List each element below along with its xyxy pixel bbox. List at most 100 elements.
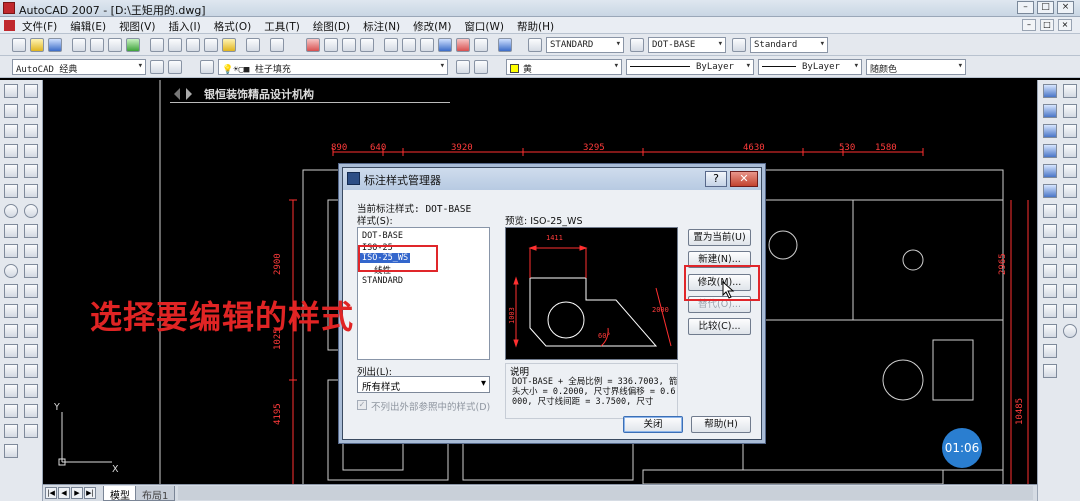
scale-icon[interactable] xyxy=(24,224,38,238)
doc-close-button[interactable]: × xyxy=(1058,19,1072,31)
region-icon[interactable] xyxy=(4,404,18,418)
make-block-icon[interactable] xyxy=(4,324,18,338)
autocad-app-icon[interactable] xyxy=(3,2,15,14)
menu-modify[interactable]: 修改(M) xyxy=(413,19,451,34)
dialog-help-icon[interactable]: ? xyxy=(705,171,727,187)
view-left-icon[interactable] xyxy=(1063,144,1077,158)
match-properties-icon[interactable] xyxy=(204,38,218,52)
workspace-settings-icon[interactable] xyxy=(150,60,164,74)
hatch-icon[interactable] xyxy=(4,364,18,378)
visual-style-icon[interactable] xyxy=(1063,324,1077,338)
polyline-icon[interactable] xyxy=(4,124,18,138)
loft-icon[interactable] xyxy=(1043,284,1057,298)
linetype-dropdown[interactable]: ByLayer xyxy=(626,59,754,75)
offset-icon[interactable] xyxy=(24,144,38,158)
open-file-icon[interactable] xyxy=(30,38,44,52)
union-icon[interactable] xyxy=(1043,304,1057,318)
gradient-icon[interactable] xyxy=(4,384,18,398)
prev-tab-icon[interactable]: ◀ xyxy=(58,487,70,499)
layer-manager-icon[interactable] xyxy=(200,60,214,74)
menu-view[interactable]: 视图(V) xyxy=(119,19,155,34)
move-icon[interactable] xyxy=(24,184,38,198)
menu-dimension[interactable]: 标注(N) xyxy=(363,19,400,34)
view-top-icon[interactable] xyxy=(1063,104,1077,118)
zoom-realtime-icon[interactable] xyxy=(324,38,338,52)
ellipse-arc-icon[interactable] xyxy=(4,284,18,298)
pan-icon[interactable] xyxy=(306,38,320,52)
make-object-layer-current-icon[interactable] xyxy=(456,60,470,74)
redo-icon[interactable] xyxy=(270,38,284,52)
rotate-icon[interactable] xyxy=(24,204,38,218)
polygon-icon[interactable] xyxy=(4,144,18,158)
ne-iso-icon[interactable] xyxy=(1063,264,1077,278)
list-filter-select[interactable]: 所有样式 xyxy=(357,376,490,393)
rectangle-icon[interactable] xyxy=(4,164,18,178)
pyramid-icon[interactable] xyxy=(1043,164,1057,178)
dialog-close-button[interactable]: ✕ xyxy=(730,171,758,187)
tab-layout1[interactable]: 布局1 xyxy=(135,486,176,501)
sheet-set-icon[interactable] xyxy=(438,38,452,52)
trim-icon[interactable] xyxy=(24,264,38,278)
slice-icon[interactable] xyxy=(1043,364,1057,378)
xref-checkbox[interactable]: ✓ xyxy=(357,400,367,410)
document-icon[interactable] xyxy=(4,20,15,31)
line-icon[interactable] xyxy=(4,84,18,98)
view-right-icon[interactable] xyxy=(1063,164,1077,178)
revolve-icon[interactable] xyxy=(1043,244,1057,258)
zoom-previous-icon[interactable] xyxy=(360,38,374,52)
design-center-icon[interactable] xyxy=(402,38,416,52)
set-current-button[interactable]: 置为当前(U) xyxy=(688,229,751,246)
arc-icon[interactable] xyxy=(4,184,18,198)
doc-minimize-button[interactable]: – xyxy=(1022,19,1036,31)
3d-dwf-icon[interactable] xyxy=(126,38,140,52)
insert-block-icon[interactable] xyxy=(4,304,18,318)
cut-icon[interactable] xyxy=(150,38,164,52)
cylinder-icon[interactable] xyxy=(1043,104,1057,118)
tool-palettes-icon[interactable] xyxy=(420,38,434,52)
publish-icon[interactable] xyxy=(108,38,122,52)
print-preview-icon[interactable] xyxy=(90,38,104,52)
close-window-button[interactable]: × xyxy=(1057,1,1074,14)
array-icon[interactable] xyxy=(24,164,38,178)
cone-icon[interactable] xyxy=(1043,124,1057,138)
layer-dropdown[interactable]: 💡☀▢■ 柱子填充 xyxy=(218,59,448,75)
menu-window[interactable]: 窗口(W) xyxy=(464,19,504,34)
layer-previous-icon[interactable] xyxy=(474,60,488,74)
mirror-icon[interactable] xyxy=(24,124,38,138)
block-editor-icon[interactable] xyxy=(222,38,236,52)
text-style-icon[interactable] xyxy=(528,38,542,52)
help-icon[interactable] xyxy=(498,38,512,52)
spline-icon[interactable] xyxy=(4,244,18,258)
workspace-toolbar-icon[interactable] xyxy=(168,60,182,74)
sweep-icon[interactable] xyxy=(1043,264,1057,278)
copy-object-icon[interactable] xyxy=(24,104,38,118)
tab-model[interactable]: 模型 xyxy=(103,486,137,501)
markup-icon[interactable] xyxy=(456,38,470,52)
first-tab-icon[interactable]: |◀ xyxy=(45,487,57,499)
view-bottom-icon[interactable] xyxy=(1063,124,1077,138)
wedge-icon[interactable] xyxy=(1043,184,1057,198)
close-dialog-button[interactable]: 关闭 xyxy=(623,416,683,433)
table-style-icon[interactable] xyxy=(732,38,746,52)
menu-draw[interactable]: 绘图(D) xyxy=(313,19,350,34)
view-front-icon[interactable] xyxy=(1063,184,1077,198)
extrude-icon[interactable] xyxy=(1043,224,1057,238)
quickcalc-icon[interactable] xyxy=(474,38,488,52)
menu-help[interactable]: 帮助(H) xyxy=(517,19,554,34)
workspace-dropdown[interactable]: AutoCAD 经典 xyxy=(12,59,146,75)
chamfer-icon[interactable] xyxy=(24,344,38,358)
revision-cloud-icon[interactable] xyxy=(4,224,18,238)
zoom-window-icon[interactable] xyxy=(342,38,356,52)
intersect-icon[interactable] xyxy=(1043,344,1057,358)
last-tab-icon[interactable]: ▶| xyxy=(84,487,96,499)
next-tab-icon[interactable]: ▶ xyxy=(71,487,83,499)
properties-icon[interactable] xyxy=(384,38,398,52)
plotstyle-dropdown[interactable]: 随颜色 xyxy=(866,59,966,75)
table-style-dropdown[interactable]: Standard xyxy=(750,37,828,53)
join-icon[interactable] xyxy=(24,324,38,338)
horizontal-scrollbar[interactable] xyxy=(178,486,1033,500)
new-file-icon[interactable] xyxy=(12,38,26,52)
save-icon[interactable] xyxy=(48,38,62,52)
lineweight-dropdown[interactable]: ByLayer xyxy=(758,59,862,75)
menu-insert[interactable]: 插入(I) xyxy=(168,19,200,34)
